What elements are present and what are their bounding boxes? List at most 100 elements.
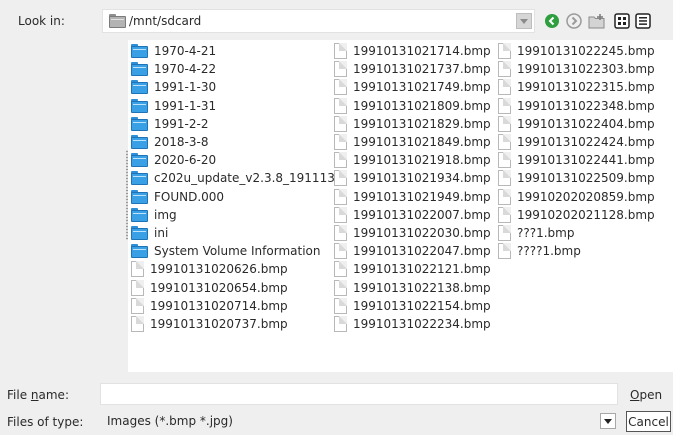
file-icon bbox=[334, 224, 347, 241]
folder-item[interactable]: 2018-3-8 bbox=[131, 133, 335, 151]
folder-icon bbox=[131, 171, 148, 186]
item-name: 1991-2-2 bbox=[154, 116, 209, 131]
chevron-down-icon[interactable] bbox=[600, 413, 616, 429]
file-item[interactable]: 19910131021934.bmp bbox=[334, 169, 491, 187]
file-item[interactable]: 19910131022509.bmp bbox=[498, 169, 655, 187]
file-item[interactable]: 19910131022303.bmp bbox=[498, 60, 655, 78]
detail-view-button[interactable] bbox=[633, 11, 653, 31]
file-icon bbox=[131, 315, 144, 332]
open-button[interactable]: Open bbox=[630, 387, 662, 403]
file-item[interactable]: 19910131021829.bmp bbox=[334, 115, 491, 133]
item-name: ???1.bmp bbox=[517, 225, 575, 240]
file-icon bbox=[334, 206, 347, 223]
file-item[interactable]: 19910131022441.bmp bbox=[498, 151, 655, 169]
back-button[interactable] bbox=[542, 11, 562, 31]
item-name: 19910131021849.bmp bbox=[353, 135, 491, 150]
folder-item[interactable]: c202u_update_v2.3.8_191113 bbox=[131, 169, 335, 187]
splitter-handle[interactable] bbox=[126, 150, 128, 240]
folder-item[interactable]: 1991-2-2 bbox=[131, 115, 335, 133]
files-of-type-combo[interactable]: Images (*.bmp *.jpg) bbox=[100, 409, 620, 433]
file-icon bbox=[334, 243, 347, 260]
file-item[interactable]: ????1.bmp bbox=[498, 242, 655, 260]
file-item[interactable]: 19910131022245.bmp bbox=[498, 42, 655, 60]
folder-item[interactable]: System Volume Information bbox=[131, 242, 335, 260]
item-name: FOUND.000 bbox=[154, 189, 225, 204]
file-item[interactable]: 19910131020654.bmp bbox=[131, 278, 335, 296]
item-name: 19910131022348.bmp bbox=[517, 98, 655, 113]
file-icon bbox=[334, 61, 347, 78]
item-name: 19910131022315.bmp bbox=[517, 80, 655, 95]
file-item[interactable]: 19910131022234.bmp bbox=[334, 315, 491, 333]
folder-item[interactable]: 1991-1-31 bbox=[131, 97, 335, 115]
file-item[interactable]: 19910131020626.bmp bbox=[131, 260, 335, 278]
item-name: 19910131022121.bmp bbox=[353, 262, 491, 277]
file-icon bbox=[334, 43, 347, 60]
item-name: 19910131021714.bmp bbox=[353, 44, 491, 59]
folder-item[interactable]: img bbox=[131, 206, 335, 224]
folder-item[interactable]: 1970-4-22 bbox=[131, 60, 335, 78]
file-column-1: 1970-4-21 1970-4-22 1991-1-30 1991-1-31 1991… bbox=[131, 42, 335, 333]
file-item[interactable]: 19910131020714.bmp bbox=[131, 297, 335, 315]
item-name: 19910131021737.bmp bbox=[353, 62, 491, 77]
file-item[interactable]: 19910131021949.bmp bbox=[334, 188, 491, 206]
file-icon bbox=[498, 206, 511, 223]
chevron-down-icon[interactable] bbox=[516, 13, 532, 29]
folder-item[interactable]: 1991-1-30 bbox=[131, 78, 335, 96]
file-item[interactable]: 19910131020737.bmp bbox=[131, 315, 335, 333]
file-item[interactable]: 19910131022030.bmp bbox=[334, 224, 491, 242]
file-icon bbox=[498, 115, 511, 132]
item-name: 19910131022424.bmp bbox=[517, 135, 655, 150]
file-icon bbox=[498, 224, 511, 241]
folder-item[interactable]: ini bbox=[131, 224, 335, 242]
file-item[interactable]: 19910202021128.bmp bbox=[498, 206, 655, 224]
item-name: 19910131021918.bmp bbox=[353, 153, 491, 168]
file-item[interactable]: 19910131021809.bmp bbox=[334, 97, 491, 115]
file-item[interactable]: 19910131022315.bmp bbox=[498, 78, 655, 96]
item-name: 19910131021829.bmp bbox=[353, 116, 491, 131]
folder-item[interactable]: 1970-4-21 bbox=[131, 42, 335, 60]
files-of-type-value: Images (*.bmp *.jpg) bbox=[107, 414, 233, 428]
look-in-path: /mnt/sdcard bbox=[129, 14, 202, 28]
new-folder-button[interactable] bbox=[587, 11, 607, 31]
file-list[interactable]: 1970-4-21 1970-4-22 1991-1-30 1991-1-31 1991… bbox=[102, 40, 673, 372]
file-icon bbox=[498, 152, 511, 169]
file-item[interactable]: 19910131022047.bmp bbox=[334, 242, 491, 260]
folder-icon bbox=[131, 153, 148, 168]
file-item[interactable]: 19910202020859.bmp bbox=[498, 188, 655, 206]
forward-button[interactable] bbox=[564, 11, 584, 31]
item-name: 19910131021934.bmp bbox=[353, 171, 491, 186]
item-name: 19910131020737.bmp bbox=[150, 316, 288, 331]
list-view-button[interactable] bbox=[612, 11, 632, 31]
file-icon bbox=[498, 43, 511, 60]
file-icon bbox=[498, 134, 511, 151]
file-item[interactable]: 19910131022404.bmp bbox=[498, 115, 655, 133]
file-item[interactable]: 19910131022138.bmp bbox=[334, 278, 491, 296]
file-item[interactable]: 19910131021714.bmp bbox=[334, 42, 491, 60]
file-item[interactable]: 19910131022348.bmp bbox=[498, 97, 655, 115]
file-item[interactable]: 19910131022121.bmp bbox=[334, 260, 491, 278]
file-icon bbox=[334, 97, 347, 114]
look-in-combo[interactable]: /mnt/sdcard bbox=[102, 9, 535, 33]
item-name: ????1.bmp bbox=[517, 244, 581, 259]
file-icon bbox=[334, 170, 347, 187]
item-name: 19910131022047.bmp bbox=[353, 244, 491, 259]
item-name: 19910131020626.bmp bbox=[150, 262, 288, 277]
file-item[interactable]: 19910131021849.bmp bbox=[334, 133, 491, 151]
folder-icon bbox=[131, 98, 148, 113]
file-item[interactable]: 19910131021749.bmp bbox=[334, 78, 491, 96]
file-item[interactable]: 19910131021737.bmp bbox=[334, 60, 491, 78]
item-name: ini bbox=[154, 225, 169, 240]
look-in-label: Look in: bbox=[18, 14, 65, 28]
file-item[interactable]: 19910131021918.bmp bbox=[334, 151, 491, 169]
list-view-icon bbox=[614, 13, 630, 29]
item-name: 19910131022154.bmp bbox=[353, 298, 491, 313]
file-item[interactable]: 19910131022154.bmp bbox=[334, 297, 491, 315]
folder-item[interactable]: 2020-6-20 bbox=[131, 151, 335, 169]
file-item[interactable]: ???1.bmp bbox=[498, 224, 655, 242]
cancel-button[interactable]: Cancel bbox=[626, 411, 671, 432]
file-item[interactable]: 19910131022424.bmp bbox=[498, 133, 655, 151]
file-name-input[interactable] bbox=[100, 383, 618, 405]
item-name: 1970-4-21 bbox=[154, 44, 217, 59]
file-item[interactable]: 19910131022007.bmp bbox=[334, 206, 491, 224]
folder-item[interactable]: FOUND.000 bbox=[131, 188, 335, 206]
